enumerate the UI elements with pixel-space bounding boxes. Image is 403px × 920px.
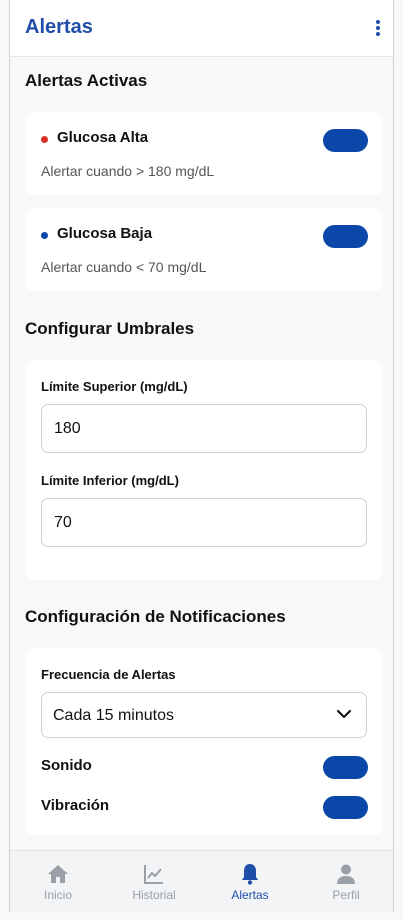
frequency-label: Frecuencia de Alertas — [41, 667, 176, 682]
vibration-label: Vibración — [41, 797, 110, 814]
nav-label: Inicio — [43, 888, 72, 902]
status-dot-blue-icon — [41, 232, 48, 239]
lower-limit-input[interactable] — [41, 498, 367, 547]
upper-limit-label: Límite Superior (mg/dL) — [41, 379, 188, 394]
page-title: Alertas — [25, 16, 93, 38]
toggle-low-glucose[interactable] — [323, 225, 368, 248]
alert-card-low: Glucosa Baja Alertar cuando < 70 mg/dL — [25, 208, 383, 291]
nav-item-historial[interactable]: Historial — [106, 851, 202, 913]
alert-card-high: Glucosa Alta Alertar cuando > 180 mg/dL — [25, 112, 383, 195]
toggle-sound[interactable] — [323, 756, 368, 779]
app-bar: Alertas — [10, 0, 393, 57]
section-title-notifications: Configuración de Notificaciones — [25, 607, 286, 626]
frequency-value: Cada 15 minutos — [53, 707, 174, 724]
bottom-nav: Inicio Historial Alertas Perfil — [10, 850, 393, 912]
app-frame: Alertas Alertas Activas Glucosa Alta Ale… — [9, 0, 394, 912]
section-title-thresholds: Configurar Umbrales — [25, 319, 195, 338]
nav-item-alertas[interactable]: Alertas — [202, 851, 298, 913]
nav-label: Perfil — [332, 888, 360, 902]
alert-description: Alertar cuando < 70 mg/dL — [41, 259, 207, 275]
user-icon — [337, 864, 355, 884]
alert-name: Glucosa Baja — [57, 225, 153, 242]
nav-item-inicio[interactable]: Inicio — [10, 851, 106, 913]
bell-icon — [242, 864, 258, 885]
notifications-card: Frecuencia de Alertas Cada 15 minutos So… — [25, 648, 383, 835]
nav-label: Historial — [132, 888, 176, 902]
sound-label: Sonido — [41, 757, 92, 774]
alert-description: Alertar cuando > 180 mg/dL — [41, 163, 215, 179]
lower-limit-label: Límite Inferior (mg/dL) — [41, 473, 179, 488]
chevron-down-icon — [336, 709, 352, 719]
home-icon — [48, 865, 68, 883]
toggle-high-glucose[interactable] — [323, 129, 368, 152]
kebab-menu-icon[interactable] — [371, 20, 385, 40]
toggle-vibration[interactable] — [323, 796, 368, 819]
status-dot-red-icon — [41, 136, 48, 143]
thresholds-card: Límite Superior (mg/dL) Límite Inferior … — [25, 360, 383, 580]
nav-item-perfil[interactable]: Perfil — [298, 851, 394, 913]
section-title-active-alerts: Alertas Activas — [25, 71, 148, 90]
nav-label: Alertas — [231, 888, 269, 902]
chart-line-icon — [144, 865, 163, 884]
alert-name: Glucosa Alta — [57, 129, 149, 146]
frequency-select[interactable]: Cada 15 minutos — [41, 692, 367, 738]
upper-limit-input[interactable] — [41, 404, 367, 453]
